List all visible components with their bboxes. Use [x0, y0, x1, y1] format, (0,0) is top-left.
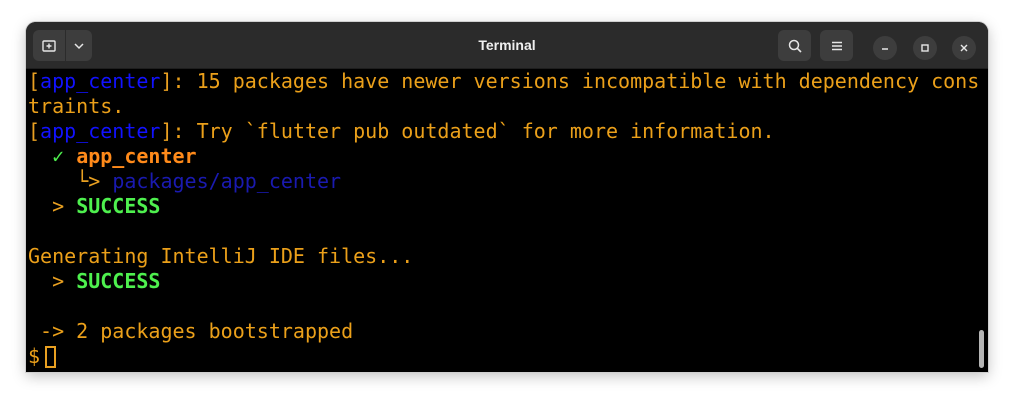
- log-tag: app_center: [40, 69, 161, 93]
- maximize-button[interactable]: [913, 36, 937, 60]
- output-line: > SUCCESS: [28, 194, 160, 219]
- new-tab-icon: [42, 39, 56, 52]
- output-line: traints.: [28, 94, 124, 119]
- prompt-arrow: >: [52, 194, 65, 218]
- shell-prompt: $: [28, 344, 41, 368]
- output-text: -> 2 packages bootstrapped: [28, 319, 354, 343]
- tree-arrow: └>: [76, 169, 101, 193]
- output-line: ✓ app_center: [28, 144, 197, 169]
- terminal-output[interactable]: [app_center]: 15 packages have newer ver…: [26, 69, 988, 372]
- bracket: [: [28, 69, 41, 93]
- output-line: > SUCCESS: [28, 269, 160, 294]
- log-tag: app_center: [40, 119, 161, 143]
- hamburger-menu-icon: [831, 41, 842, 50]
- titlebar: Terminal: [26, 22, 988, 69]
- output-text: Generating IntelliJ IDE files...: [28, 244, 414, 268]
- output-line: [app_center]: Try `flutter pub outdated`…: [28, 119, 775, 144]
- scrollbar[interactable]: [979, 330, 984, 368]
- search-button[interactable]: [778, 30, 811, 61]
- prompt-line[interactable]: $: [28, 344, 57, 369]
- prompt-arrow: >: [52, 269, 65, 293]
- close-button[interactable]: [952, 36, 976, 60]
- output-line: └> packages/app_center: [28, 169, 341, 194]
- success-status: SUCCESS: [76, 194, 161, 218]
- output-text: : 15 packages have newer versions incomp…: [172, 69, 980, 93]
- package-name: app_center: [76, 144, 197, 168]
- minimize-button[interactable]: [873, 36, 897, 60]
- check-icon: ✓: [52, 144, 65, 168]
- chevron-down-icon: [74, 42, 84, 49]
- text-cursor: [45, 346, 57, 368]
- bracket: [: [28, 119, 41, 143]
- output-line: [app_center]: 15 packages have newer ver…: [28, 69, 979, 94]
- output-line: Generating IntelliJ IDE files...: [28, 244, 413, 269]
- search-icon: [788, 39, 802, 53]
- package-path: packages/app_center: [112, 169, 342, 193]
- bracket: ]: [160, 119, 173, 143]
- output-text: : Try `flutter pub outdated` for more in…: [172, 119, 775, 143]
- output-line: -> 2 packages bootstrapped: [28, 319, 353, 344]
- maximize-icon: [921, 44, 929, 52]
- main-menu-button[interactable]: [820, 30, 853, 61]
- tab-menu-button[interactable]: [65, 30, 92, 61]
- minimize-icon: [882, 48, 888, 50]
- success-status: SUCCESS: [76, 269, 161, 293]
- terminal-window: Terminal [app_center]: 15 packages have …: [26, 22, 988, 372]
- bracket: ]: [160, 69, 173, 93]
- output-text: traints.: [28, 94, 125, 118]
- close-icon: [960, 44, 968, 52]
- new-tab-button[interactable]: [33, 30, 65, 61]
